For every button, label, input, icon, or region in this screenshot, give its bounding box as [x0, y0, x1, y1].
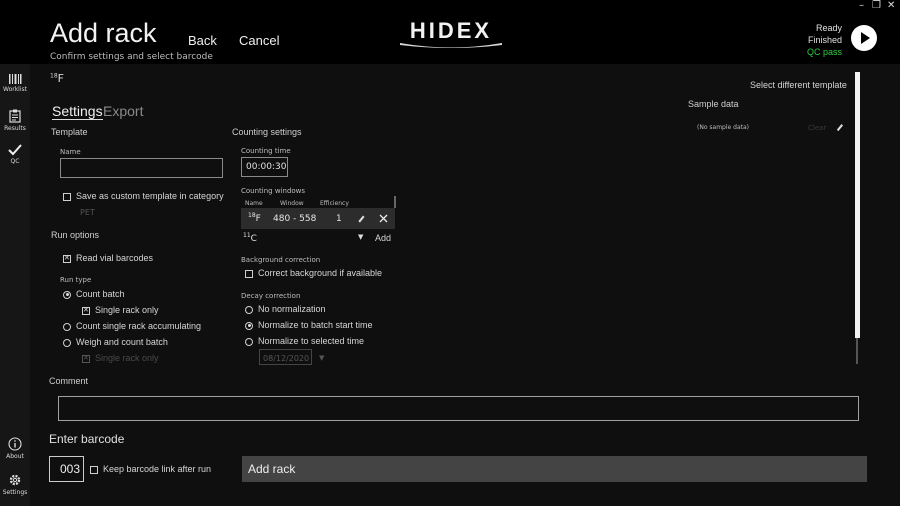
status-ready: Ready — [815, 23, 842, 33]
counting-settings-section-title: Counting settings — [232, 127, 302, 137]
comment-input[interactable] — [58, 396, 859, 421]
windows-scrollbar[interactable] — [394, 196, 396, 208]
col-header-window: Window — [280, 200, 304, 207]
settings-scrollbar[interactable] — [855, 72, 860, 338]
counting-time-input[interactable]: 00:00:30 — [241, 157, 288, 177]
play-icon — [861, 32, 870, 44]
no-sample-data-text: (No sample data) — [697, 124, 749, 131]
window-row-range: 480 - 558 — [273, 214, 317, 224]
read-vial-barcodes-checkbox[interactable]: Read vial barcodes — [63, 253, 153, 263]
sidebar-item-label: About — [6, 453, 24, 460]
radio-circle — [245, 337, 253, 346]
counting-windows-label: Counting windows — [241, 187, 306, 195]
template-section-title: Template — [51, 127, 88, 137]
count-single-rack-accumulating-radio[interactable]: Count single rack accumulating — [63, 321, 201, 331]
checkbox-box — [63, 192, 71, 201]
gear-icon — [9, 474, 21, 486]
sidebar-item-label: Settings — [2, 489, 28, 496]
add-window-button[interactable]: Add — [375, 233, 391, 243]
remove-window-icon[interactable] — [379, 214, 388, 223]
sidebar-item-settings[interactable]: Settings — [0, 473, 30, 496]
sidebar-item-qc[interactable]: QC — [0, 144, 30, 165]
select-different-template-link[interactable]: Select different template — [750, 80, 847, 90]
checkbox-box — [82, 354, 90, 363]
normalize-selected-time-radio[interactable]: Normalize to selected time — [245, 336, 364, 346]
logo-text: HIDEX — [410, 18, 492, 43]
single-rack-only-checkbox[interactable]: Single rack only — [82, 305, 159, 315]
tab-export[interactable]: Export — [103, 103, 143, 119]
status-finished: Finished — [807, 35, 842, 45]
save-custom-template-checkbox[interactable]: Save as custom template in category — [63, 191, 224, 201]
tab-settings[interactable]: Settings — [52, 103, 103, 120]
checkbox-box — [90, 465, 98, 474]
run-type-label: Run type — [60, 276, 92, 284]
window-row-isotope: 18F — [248, 212, 261, 224]
date-dropdown-icon: ▼ — [319, 354, 325, 362]
decay-date-picker: 08/12/2020 — [259, 349, 312, 365]
edit-sample-data-icon[interactable] — [836, 123, 844, 131]
radio-circle — [245, 305, 253, 314]
radio-circle — [63, 338, 71, 347]
cancel-button[interactable]: Cancel — [239, 33, 279, 48]
sidebar-item-label: Results — [4, 125, 26, 132]
radio-circle — [63, 290, 71, 299]
checkbox-box — [245, 269, 253, 278]
col-header-name: Name — [245, 200, 263, 207]
decay-correction-label: Decay correction — [241, 292, 301, 300]
radio-circle — [245, 321, 253, 330]
run-options-section-title: Run options — [51, 230, 100, 240]
sidebar-item-results[interactable]: Results — [0, 109, 30, 132]
background-correction-label: Background correction — [241, 256, 321, 264]
sidebar-item-worklist[interactable]: Worklist — [0, 74, 30, 93]
sidebar-item-label: QC — [10, 158, 20, 165]
col-header-efficiency: Efficiency — [320, 200, 349, 207]
hidex-logo: HIDEX — [400, 18, 502, 48]
checkbox-box — [63, 254, 71, 263]
minimize-button[interactable]: – — [859, 0, 864, 11]
barcode-icon — [9, 74, 22, 84]
count-batch-radio[interactable]: Count batch — [63, 289, 125, 299]
single-rack-only-disabled-checkbox: Single rack only — [82, 353, 159, 363]
status-qc: QC pass — [806, 47, 842, 57]
sidebar: Worklist Results QC About Settings — [0, 64, 30, 506]
keep-barcode-link-checkbox[interactable]: Keep barcode link after run — [90, 464, 211, 474]
weigh-and-count-batch-radio[interactable]: Weigh and count batch — [63, 337, 168, 347]
counting-window-row[interactable] — [241, 208, 395, 229]
chevron-down-icon[interactable]: ▼ — [358, 233, 363, 241]
clipboard-icon — [9, 109, 21, 123]
clear-sample-data-button[interactable]: Clear — [808, 124, 826, 132]
no-normalization-radio[interactable]: No normalization — [245, 304, 326, 314]
check-icon — [8, 144, 22, 156]
counting-time-label: Counting time — [241, 147, 291, 155]
info-icon — [8, 437, 22, 451]
isotope-label: 18F — [50, 72, 64, 85]
close-window-button[interactable]: ✕ — [887, 0, 895, 11]
name-label: Name — [60, 148, 81, 156]
comment-label: Comment — [49, 376, 89, 386]
sample-data-title: Sample data — [688, 99, 739, 109]
page-subtitle: Confirm settings and select barcode — [50, 52, 213, 62]
edit-pencil-icon[interactable] — [357, 214, 366, 223]
back-button[interactable]: Back — [188, 33, 217, 48]
template-name-input[interactable] — [60, 158, 223, 178]
scrollbar-track — [856, 338, 858, 364]
content-panel — [30, 64, 900, 506]
correct-background-checkbox[interactable]: Correct background if available — [245, 268, 382, 278]
enter-barcode-label: Enter barcode — [49, 432, 125, 446]
add-rack-button[interactable]: Add rack — [242, 456, 867, 482]
normalize-batch-start-radio[interactable]: Normalize to batch start time — [245, 320, 373, 330]
restore-button[interactable]: ❐ — [872, 0, 881, 11]
sidebar-item-label: Worklist — [2, 86, 27, 93]
radio-circle — [63, 322, 71, 331]
template-category: PET — [80, 208, 95, 217]
page-title: Add rack — [50, 18, 157, 48]
new-isotope-select[interactable]: 11C — [243, 232, 257, 244]
status-box: Ready Finished QC pass — [807, 22, 842, 58]
barcode-input[interactable]: 003 — [49, 456, 84, 482]
window-row-efficiency: 1 — [336, 214, 342, 224]
sidebar-item-about[interactable]: About — [0, 437, 30, 460]
start-run-button[interactable] — [851, 25, 877, 51]
checkbox-box — [82, 306, 90, 315]
